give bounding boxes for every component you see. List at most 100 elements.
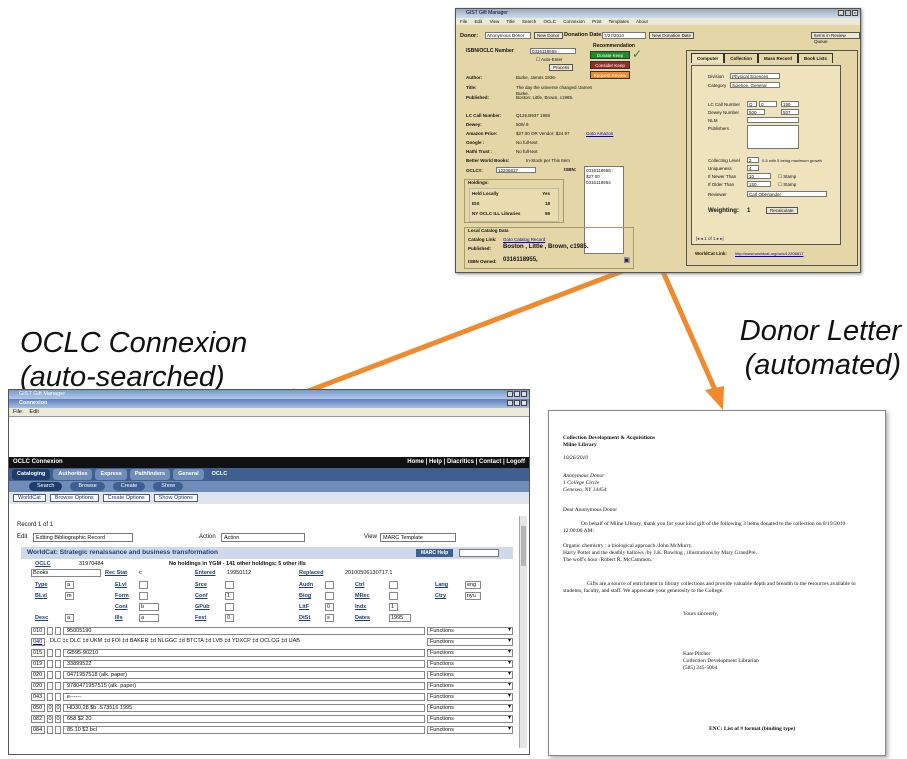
nav-express[interactable]: Express [95, 469, 127, 480]
marc-ind1[interactable] [47, 725, 53, 734]
create-options-select[interactable]: Create Options [102, 494, 150, 502]
marc-value[interactable]: 95005190 [63, 626, 425, 635]
donate-keep-button[interactable]: Donate Keep [590, 51, 630, 59]
marc-value[interactable]: e------ [63, 692, 425, 701]
nlm-input[interactable] [747, 117, 799, 123]
reviewer-select[interactable]: Carl Oberlander [747, 191, 827, 197]
catalog-link[interactable]: Goto Catalog Record [503, 237, 545, 243]
marc-value[interactable]: 9780471957515 (alk. paper) [63, 681, 425, 690]
functions-select[interactable]: Functions [427, 703, 513, 712]
dewey-range-from[interactable]: 500 [747, 109, 765, 115]
amazon-link[interactable]: Goto Amazon [586, 131, 616, 137]
sub-create[interactable]: Create [112, 482, 146, 491]
marc-tag[interactable]: 010 [31, 626, 45, 635]
close-button[interactable]: x [521, 400, 527, 406]
lc-class-input[interactable]: Q [747, 101, 757, 107]
sub-show[interactable]: Show [153, 482, 184, 491]
lc-range-from[interactable]: 0 [759, 101, 777, 107]
form-input[interactable] [139, 592, 148, 600]
category-input[interactable]: Science, General [730, 82, 780, 88]
marc-help-button[interactable]: MARC Help [416, 549, 454, 557]
marc-tag[interactable]: 082 [31, 714, 45, 723]
fest-input[interactable]: 0 [225, 614, 234, 622]
marc-value[interactable]: DLC ‡c DLC ‡d UKM ‡d FOI ‡d BAKER ‡d NLG… [47, 638, 425, 646]
vertical-scrollbar[interactable] [519, 516, 527, 748]
marc-ind1[interactable] [47, 648, 53, 657]
tab-computer[interactable]: Computer [691, 53, 725, 63]
minimize-button[interactable]: _ [507, 391, 513, 397]
marc-value[interactable]: 33899522 [63, 659, 425, 668]
ills-input[interactable]: a [139, 614, 159, 622]
lc-range-to[interactable]: 199 [781, 101, 799, 107]
older-than-input[interactable]: 150 [747, 181, 771, 187]
isbn-list-item[interactable]: 0316118954 [586, 180, 622, 186]
uniqueness-select[interactable]: 4 [747, 165, 759, 171]
marc-help-input[interactable] [459, 549, 499, 557]
litf-input[interactable]: 0 [325, 603, 334, 611]
blvl-input[interactable]: m [65, 592, 74, 600]
older-stamp-checkbox[interactable]: ☐ Stamp [778, 182, 796, 188]
isbn-input[interactable]: 0316118955 [530, 48, 576, 54]
marc-ind2[interactable] [55, 681, 61, 690]
marc-ind1[interactable] [47, 681, 53, 690]
marc-ind1[interactable] [47, 626, 53, 635]
gpub-input[interactable] [225, 603, 234, 611]
minimize-button[interactable]: _ [838, 10, 844, 16]
dtst-input[interactable]: s [325, 614, 334, 622]
oclc-number-input[interactable]: 12206817 [496, 167, 536, 173]
marc-ind1[interactable] [47, 659, 53, 668]
menu-about[interactable]: About [636, 19, 648, 24]
mrec-input[interactable] [389, 592, 398, 600]
marc-ind2[interactable] [55, 648, 61, 657]
show-options-select[interactable]: Show Options [153, 494, 198, 502]
cont-input[interactable]: b [139, 603, 159, 611]
marc-tag[interactable]: 020 [31, 681, 45, 690]
donor-select[interactable]: Anonymous Donor [485, 32, 531, 39]
division-input[interactable]: Physical Sciences [730, 73, 780, 79]
marc-ind2[interactable]: 0 [55, 703, 61, 712]
menu-file[interactable]: File [460, 19, 467, 24]
tab-collection[interactable]: Collection [724, 53, 759, 63]
recalculate-button[interactable]: Recalculate [766, 207, 798, 214]
marc-value[interactable]: HD30.28 $b .S73516 1995 [63, 703, 425, 712]
marc-ind2[interactable] [55, 626, 61, 635]
close-button[interactable]: x [852, 10, 858, 16]
functions-select[interactable]: Functions [427, 626, 513, 635]
maximize-button[interactable]: □ [514, 391, 520, 397]
elvl-input[interactable] [139, 581, 148, 589]
save-icon[interactable]: ▣ [623, 256, 630, 264]
nav-oclc[interactable]: OCLC [207, 469, 233, 480]
marc-tag[interactable]: 020 [31, 670, 45, 679]
marc-value[interactable]: GB95-90210 [63, 648, 425, 657]
marc-ind2[interactable] [55, 659, 61, 668]
marc-tag[interactable]: 043 [31, 692, 45, 701]
functions-select[interactable]: Functions [427, 670, 513, 679]
worldcat-select[interactable]: WorldCat [13, 494, 46, 502]
maximize-button[interactable]: □ [845, 10, 851, 16]
marc-ind1[interactable]: 0 [47, 714, 53, 723]
close-button[interactable]: x [521, 391, 527, 397]
marc-ind2[interactable] [55, 670, 61, 679]
marc-value[interactable]: 0471957518 (alk. paper) [63, 670, 425, 679]
format-select[interactable]: Books [31, 569, 101, 577]
marc-ind2[interactable]: 0 [55, 714, 61, 723]
tab-book-lists[interactable]: Book Lists [798, 53, 834, 63]
menu-print-templates[interactable]: Print Templates [592, 19, 629, 24]
marc-value[interactable]: 658 $2 20 [63, 714, 425, 723]
functions-select[interactable]: Functions [427, 637, 513, 646]
action-select[interactable]: Action [221, 533, 305, 542]
nav-general[interactable]: General [173, 469, 204, 480]
marc-tag[interactable]: 015 [31, 648, 45, 657]
menu-edit[interactable]: Edit [475, 19, 483, 24]
audn-input[interactable] [325, 581, 334, 589]
ctrl-input[interactable] [389, 581, 398, 589]
menu-view[interactable]: View [490, 19, 500, 24]
connexion-header-links[interactable]: Home | Help | Diacritics | Contact | Log… [407, 457, 525, 468]
new-donation-date-button[interactable]: New Donation Date [649, 32, 695, 39]
menu-edit[interactable]: Edit [29, 409, 38, 415]
consider-keep-button[interactable]: Consider Keep [590, 61, 630, 69]
browse-options-select[interactable]: Browse Options [49, 494, 99, 502]
dates-input[interactable]: 1995 [389, 614, 411, 622]
menu-title-search[interactable]: Title Search [506, 19, 536, 24]
items-review-button[interactable]: Items in Review Queue [811, 32, 860, 44]
